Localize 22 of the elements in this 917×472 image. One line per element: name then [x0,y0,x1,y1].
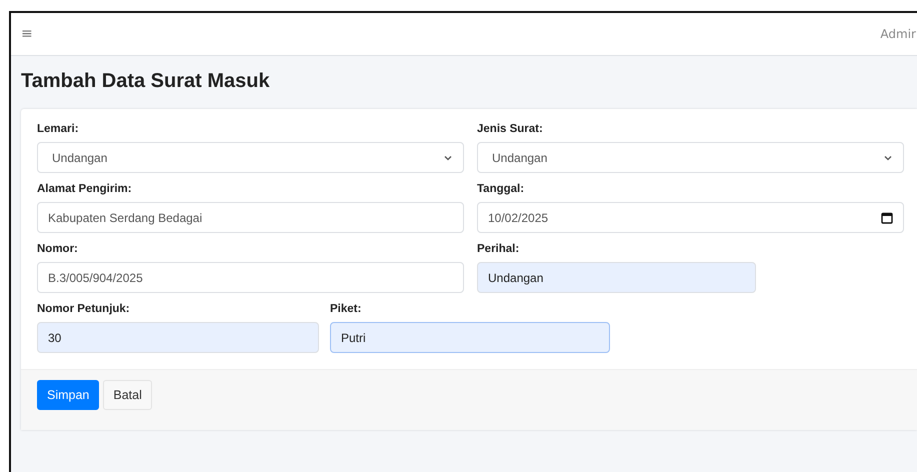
field-label: Nomor Petunjuk: [37,303,131,315]
menu-icon[interactable]: ≡ [21,26,33,42]
input-field[interactable]: Putri [330,322,610,353]
field-label: Alamat Pengirim: [37,183,133,195]
field-label: Tanggal: [477,183,526,195]
save-button[interactable]: Simpan [37,380,100,410]
field-label: Lemari: [37,123,80,135]
input-field[interactable]: B.3/005/904/2025 [37,262,464,293]
field-label: Perihal: [477,243,520,255]
field-label: Jenis Surat: [477,123,544,135]
calendar-icon[interactable] [881,212,893,224]
page-title: Tambah Data Surat Masuk [21,69,271,94]
input-field[interactable]: 30 [37,322,319,353]
dropdown[interactable]: Undangan [37,142,464,173]
date-field[interactable]: 10/02/2025 [477,202,904,233]
user-menu[interactable]: Admir [880,27,916,41]
field-label: Piket: [330,303,362,315]
cancel-button[interactable]: Batal [103,380,152,410]
field-label: Nomor: [37,243,79,255]
input-field[interactable]: Kabupaten Serdang Bedagai [37,202,464,233]
dropdown[interactable]: Undangan [477,142,904,173]
input-field[interactable]: Undangan [477,262,756,293]
